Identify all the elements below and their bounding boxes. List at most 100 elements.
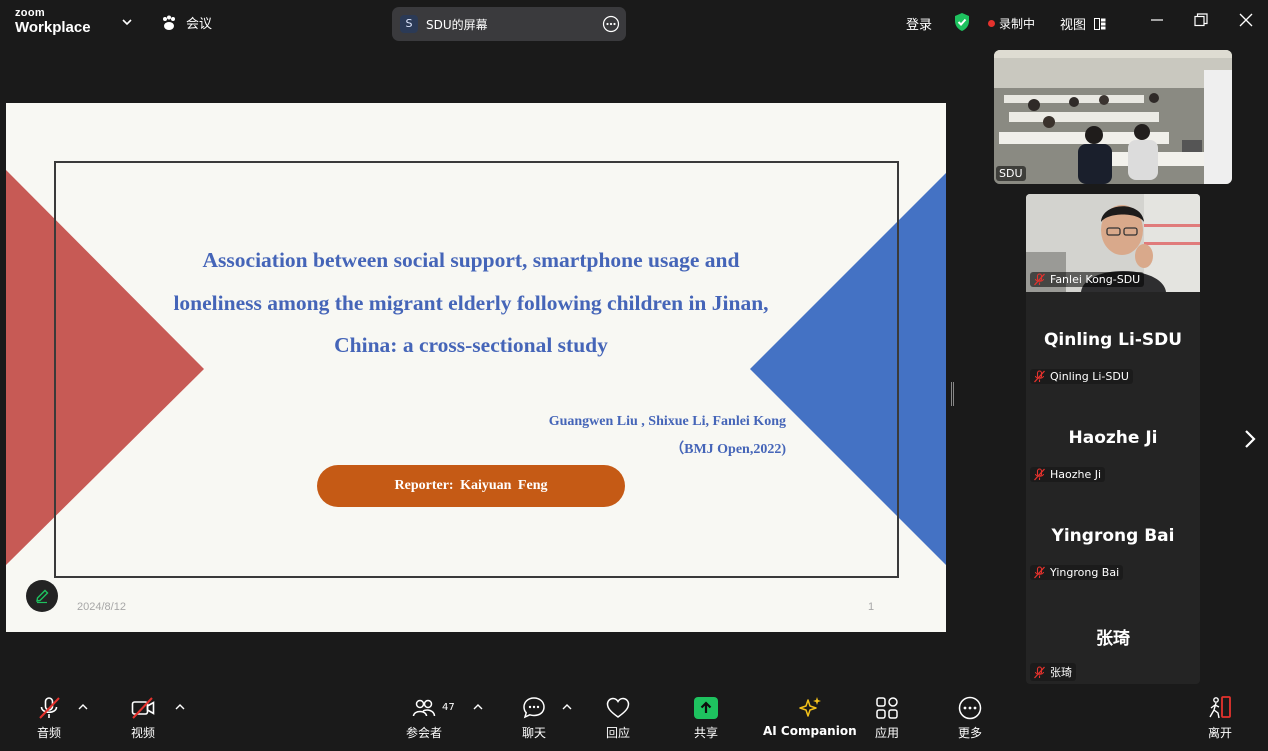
share-arrow-icon [694, 697, 718, 719]
pencil-icon [36, 589, 49, 604]
zoom-window: zoom Workplace 会议 S SDU的屏幕 登录 录制中 视图 Ass… [0, 0, 1268, 751]
mic-muted-icon [1034, 468, 1045, 481]
meeting-label: 会议 [186, 17, 213, 32]
meeting-button[interactable]: 会议 [160, 13, 212, 32]
share-label: 共享 [694, 726, 719, 740]
participant-display-name: Haozhe Ji [1068, 428, 1158, 448]
participant-list: Qinling Li-SDU Qinling Li-SDU Haozhe Ji … [1026, 292, 1200, 684]
slide-date: 2024/8/12 [77, 601, 126, 613]
chevron-up-icon[interactable] [175, 703, 185, 711]
participant-name: Yingrong Bai [1050, 566, 1120, 579]
participant-display-name: 张琦 [1096, 629, 1130, 649]
apps-button[interactable]: 应用 [874, 695, 900, 741]
participants-label: 参会者 [406, 726, 443, 740]
brand-bottom: Workplace [15, 19, 91, 36]
sparkle-icon [799, 697, 821, 717]
participants-button[interactable]: 参会者 [406, 695, 442, 741]
mic-muted-icon [39, 697, 60, 719]
share-title: SDU的屏幕 [426, 18, 488, 32]
apps-icon [876, 697, 898, 719]
shield-check-icon[interactable] [952, 12, 972, 32]
room-name-label: SDU [996, 166, 1026, 181]
leave-button[interactable]: 离开 [1207, 695, 1233, 741]
participant-tile[interactable]: 张琦 张琦 [1026, 586, 1200, 684]
participant-tile[interactable]: Yingrong Bai Yingrong Bai [1026, 488, 1200, 586]
participant-name: Haozhe Ji [1050, 468, 1102, 481]
chevron-up-icon[interactable] [78, 703, 88, 711]
signin-link[interactable]: 登录 [906, 14, 932, 33]
mic-muted-icon [1034, 665, 1045, 678]
ai-companion-button[interactable]: AI Companion [763, 695, 857, 738]
journal-line: （BMJ Open,2022) [670, 442, 786, 457]
participant-nameplate: Qinling Li-SDU [1030, 369, 1133, 384]
participant-name: 张琦 [1050, 666, 1072, 679]
video-tile-sdu[interactable]: SDU [994, 50, 1232, 184]
participants-icon [412, 699, 436, 717]
title-bar: zoom Workplace 会议 S SDU的屏幕 登录 录制中 视图 [0, 0, 1268, 45]
participant-nameplate: Yingrong Bai [1030, 565, 1124, 580]
participant-tile[interactable]: Qinling Li-SDU Qinling Li-SDU [1026, 292, 1200, 390]
authors-line: Guangwen Liu , Shixue Li, Fanlei Kong [548, 414, 786, 429]
restore-icon[interactable] [1194, 13, 1208, 27]
more-options-icon[interactable] [602, 15, 620, 33]
brand-top: zoom [15, 7, 45, 19]
apps-label: 应用 [874, 726, 899, 740]
video-tile-fanlei-kong[interactable]: Fanlei Kong-SDU [1026, 194, 1200, 292]
view-button[interactable]: 视图 [1060, 14, 1106, 33]
participant-display-name: Qinling Li-SDU [1043, 330, 1183, 350]
participant-display-name: Yingrong Bai [1051, 526, 1175, 546]
audio-label: 音频 [36, 726, 61, 740]
paw-icon [163, 15, 175, 30]
participant-name: Fanlei Kong-SDU [1050, 273, 1141, 286]
classroom-video [994, 50, 1232, 184]
reporter-banner: Reporter: Kaiyuan Feng [317, 465, 625, 507]
mic-muted-icon [1034, 370, 1045, 383]
chat-button[interactable]: 聊天 [521, 695, 547, 741]
zoom-logo: zoom Workplace [15, 7, 91, 36]
mic-muted-icon [1034, 273, 1045, 286]
audio-button[interactable]: 音频 [36, 695, 62, 741]
grid-view-icon [1094, 17, 1106, 30]
leave-icon [1209, 696, 1231, 719]
more-label: 更多 [957, 726, 982, 740]
chat-label: 聊天 [521, 726, 546, 740]
chevron-down-icon[interactable] [121, 16, 133, 28]
share-screen-button[interactable]: 共享 [694, 695, 718, 741]
meeting-toolbar: 音频 视频 参会者 47 聊天 回应 共享 AI Companion 应用 更多… [0, 687, 1268, 751]
video-button[interactable]: 视频 [130, 695, 156, 741]
ai-companion-label: AI Companion [763, 724, 857, 738]
view-label: 视图 [1060, 18, 1087, 33]
annotate-button[interactable] [26, 580, 58, 612]
participant-nameplate: Fanlei Kong-SDU [1030, 272, 1145, 287]
participant-tile[interactable]: Haozhe Ji Haozhe Ji [1026, 390, 1200, 488]
recording-status[interactable]: 录制中 [988, 15, 1035, 32]
panel-resize-handle[interactable] [951, 382, 954, 406]
minimize-icon[interactable] [1150, 13, 1164, 27]
chevron-up-icon[interactable] [562, 703, 572, 711]
slide-page-number: 1 [868, 601, 875, 613]
leave-label: 离开 [1207, 726, 1232, 740]
slide-title: Association between social support, smar… [173, 248, 769, 357]
recording-dot-icon [988, 20, 995, 27]
sharer-avatar: S [400, 15, 418, 33]
camera-off-icon [131, 697, 155, 719]
slide-decorations [6, 161, 946, 578]
participant-nameplate: Haozhe Ji [1030, 467, 1106, 482]
more-icon [958, 696, 982, 720]
close-icon[interactable] [1239, 13, 1253, 27]
chat-icon [523, 697, 545, 719]
slide-authors: Guangwen Liu , Shixue Li, Fanlei Kong （B… [549, 408, 786, 464]
participant-nameplate: 张琦 [1030, 663, 1076, 681]
screen-share-indicator[interactable]: S SDU的屏幕 [392, 7, 626, 41]
chevron-right-icon[interactable] [1240, 428, 1260, 450]
more-button[interactable]: 更多 [957, 695, 983, 741]
shared-screen-slide: Association between social support, smar… [6, 103, 946, 632]
react-button[interactable]: 回应 [605, 695, 631, 741]
mic-muted-icon [1034, 566, 1045, 579]
video-label: 视频 [130, 726, 155, 740]
react-label: 回应 [605, 726, 630, 740]
recording-label: 录制中 [999, 17, 1036, 31]
participants-count: 47 [442, 702, 455, 713]
participant-name: Qinling Li-SDU [1050, 370, 1129, 383]
chevron-up-icon[interactable] [473, 703, 483, 711]
